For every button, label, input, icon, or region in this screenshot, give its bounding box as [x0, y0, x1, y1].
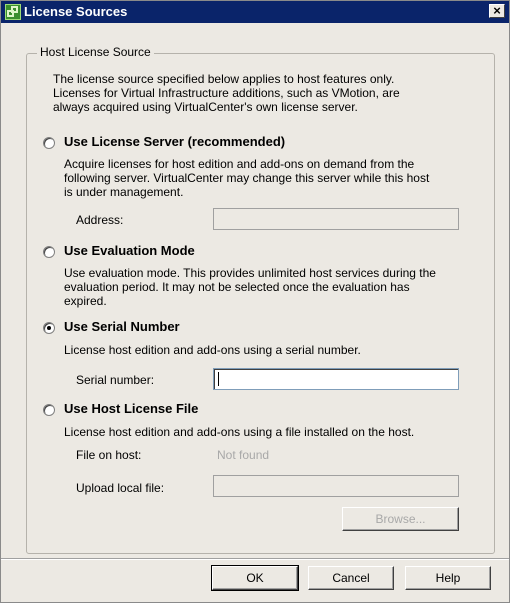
upload-local-file-field[interactable] [213, 475, 459, 497]
description-line: following server. VirtualCenter may chan… [64, 171, 430, 185]
intro-line: always acquired using VirtualCenter's ow… [53, 100, 358, 114]
description-line: expired. [64, 294, 107, 308]
text-caret [218, 372, 219, 386]
window-title: License Sources [24, 4, 128, 19]
vmware-app-icon [5, 4, 21, 20]
host-license-file-radio[interactable] [43, 404, 55, 416]
cancel-button[interactable]: Cancel [308, 566, 394, 590]
address-label: Address: [76, 213, 124, 227]
license-server-description: Acquire licenses for host edition and ad… [64, 157, 429, 199]
serial-number-input[interactable] [213, 368, 459, 390]
evaluation-mode-label[interactable]: Use Evaluation Mode [64, 243, 195, 258]
description-line: Use evaluation mode. This provides unlim… [64, 266, 436, 280]
intro-line: Licenses for Virtual Infrastructure addi… [53, 86, 400, 100]
serial-description: License host edition and add-ons using a… [64, 343, 361, 357]
host-license-file-label[interactable]: Use Host License File [64, 401, 198, 416]
license-server-radio[interactable] [43, 137, 55, 149]
address-field[interactable] [213, 208, 459, 230]
help-button[interactable]: Help [405, 566, 491, 590]
file-on-host-label: File on host: [76, 448, 142, 462]
description-line: evaluation period. It may not be selecte… [64, 280, 410, 294]
evaluation-mode-radio[interactable] [43, 246, 55, 258]
title-bar[interactable]: License Sources × [1, 1, 509, 23]
browse-button[interactable]: Browse... [342, 507, 459, 531]
serial-field-label: Serial number: [76, 373, 155, 387]
serial-number-label[interactable]: Use Serial Number [64, 319, 180, 334]
ok-button[interactable]: OK [211, 565, 299, 591]
description-line: Acquire licenses for host edition and ad… [64, 157, 415, 171]
evaluation-description: Use evaluation mode. This provides unlim… [64, 266, 436, 308]
description-line: is under management. [64, 185, 184, 199]
button-divider [1, 558, 509, 560]
license-server-label[interactable]: Use License Server (recommended) [64, 134, 285, 149]
file-on-host-value: Not found [217, 448, 270, 462]
license-sources-dialog: License Sources × Host License Source Th… [0, 0, 510, 603]
upload-local-file-label: Upload local file: [76, 481, 165, 495]
host-file-description: License host edition and add-ons using a… [64, 425, 415, 439]
close-icon[interactable]: × [489, 4, 505, 18]
group-legend: Host License Source [37, 45, 154, 59]
intro-line: The license source specified below appli… [53, 72, 395, 86]
intro-text: The license source specified below appli… [53, 72, 400, 114]
serial-number-radio[interactable] [43, 322, 55, 334]
